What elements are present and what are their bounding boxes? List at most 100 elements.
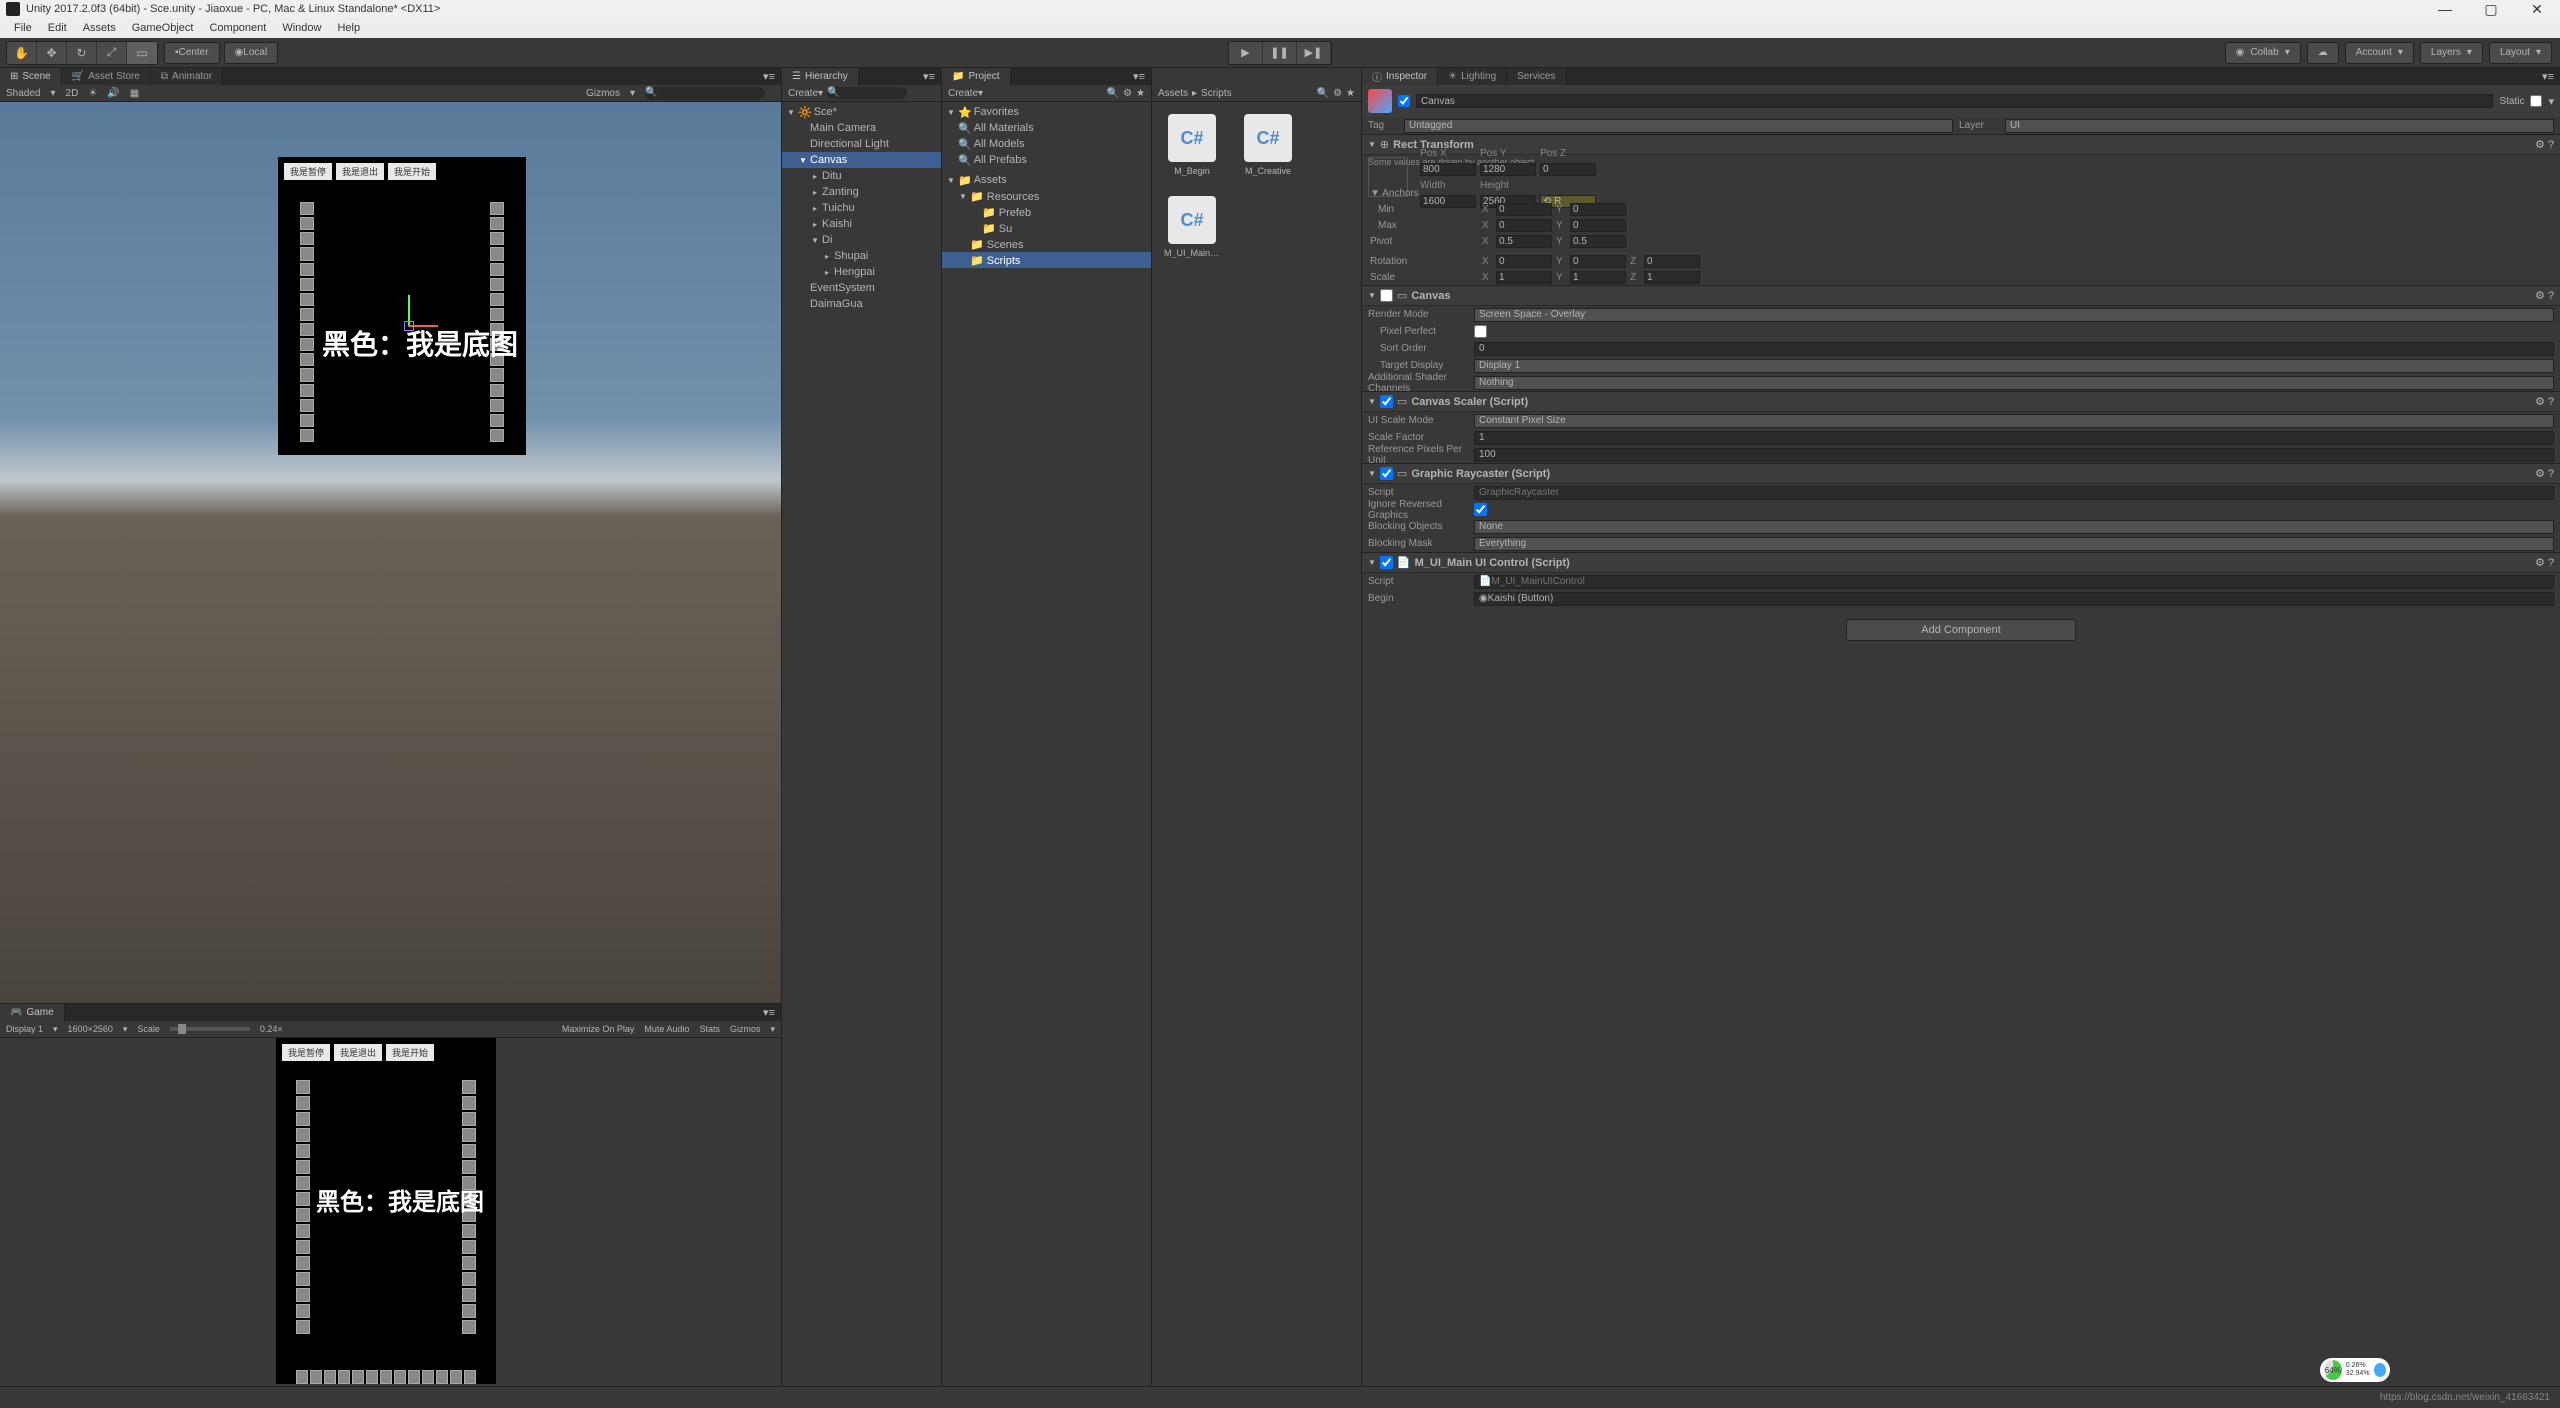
pivot-x[interactable]: 0.5 (1496, 235, 1552, 248)
tab-animator[interactable]: ⧉ Animator (151, 68, 223, 85)
asset-m_ui_mainuic..[interactable]: C#M_UI_MainUIC.. (1164, 196, 1220, 258)
menu-gameobject[interactable]: GameObject (124, 22, 202, 34)
anchor-max-y[interactable]: 0 (1570, 219, 1626, 232)
hierarchy-item-canvas[interactable]: ▼Canvas (782, 152, 941, 168)
gizmos-dropdown[interactable]: Gizmos (586, 88, 620, 99)
rot-x[interactable]: 0 (1496, 255, 1552, 268)
step-button[interactable]: ▶❚ (1297, 42, 1331, 64)
hierarchy-item-tuichu[interactable]: ▸Tuichu (782, 200, 941, 216)
hierarchy-item-di[interactable]: ▼Di (782, 232, 941, 248)
shader-channels[interactable]: Nothing (1474, 376, 2554, 390)
scene-root[interactable]: ▼🔆 Sce* (782, 104, 941, 120)
sort-order[interactable]: 0 (1474, 342, 2554, 356)
shaded-dropdown[interactable]: Shaded (6, 88, 40, 99)
asset-filter-icon[interactable]: ⚙ (1333, 88, 1342, 99)
breadcrumb-assets[interactable]: Assets (1158, 88, 1188, 99)
stats-toggle[interactable]: Stats (699, 1024, 720, 1035)
pixel-perfect[interactable] (1474, 325, 1487, 338)
collab-dropdown[interactable]: ◉ Collab ▾ (2225, 42, 2301, 64)
scene-search[interactable]: 🔍 (645, 87, 765, 100)
folder-prefeb[interactable]: 📁 Prefeb (942, 204, 1151, 220)
project-star-icon[interactable]: ★ (1136, 88, 1145, 99)
add-component-button[interactable]: Add Component (1846, 619, 2076, 641)
close-button[interactable]: ✕ (2514, 0, 2560, 18)
anchor-max-x[interactable]: 0 (1496, 219, 1552, 232)
hierarchy-create[interactable]: Create (788, 88, 818, 99)
hierarchy-item-ditu[interactable]: ▸Ditu (782, 168, 941, 184)
pos-x[interactable]: 800 (1420, 163, 1476, 176)
asset-m_creative[interactable]: C#M_Creative (1240, 114, 1296, 176)
anchor-min-y[interactable]: 0 (1570, 203, 1626, 216)
hand-tool[interactable]: ✋ (7, 42, 37, 64)
cloud-button[interactable]: ☁ (2307, 42, 2339, 64)
muc-begin[interactable]: ◉ Kaishi (Button) (1474, 592, 2554, 606)
asset-search-icon[interactable]: 🔍 (1317, 88, 1329, 99)
scale-slider[interactable] (170, 1027, 250, 1031)
light-toggle[interactable]: ☀ (88, 88, 97, 99)
hierarchy-item-hengpai[interactable]: ▸Hengpai (782, 264, 941, 280)
scene-view[interactable]: 我是暂停 我是退出 我是开始 黑色：我是底图 (0, 102, 781, 1003)
asset-star-icon[interactable]: ★ (1346, 88, 1355, 99)
project-filter-icon[interactable]: ⚙ (1123, 88, 1132, 99)
scene-tab-menu[interactable]: ▾≡ (757, 68, 781, 85)
folder-resources[interactable]: ▼📁 Resources (942, 188, 1151, 204)
game-tab-menu[interactable]: ▾≡ (757, 1004, 781, 1021)
hierarchy-tab-menu[interactable]: ▾≡ (917, 68, 941, 85)
ui-scale-mode[interactable]: Constant Pixel Size (1474, 414, 2554, 428)
menu-help[interactable]: Help (329, 22, 368, 34)
render-mode[interactable]: Screen Space - Overlay (1474, 308, 2554, 322)
hierarchy-search[interactable]: 🔍 (827, 87, 907, 99)
fav-models[interactable]: 🔍 All Models (942, 136, 1151, 152)
blocking-mask[interactable]: Everything (1474, 537, 2554, 551)
menu-component[interactable]: Component (201, 22, 274, 34)
display-dropdown[interactable]: Display 1 (6, 1024, 43, 1034)
project-create[interactable]: Create (948, 88, 978, 99)
tab-lighting[interactable]: ☀ Lighting (1438, 68, 1507, 85)
layer-dropdown[interactable]: UI (2005, 119, 2554, 133)
layers-dropdown[interactable]: Layers ▾ (2420, 42, 2483, 64)
scale-x[interactable]: 1 (1496, 271, 1552, 284)
menu-assets[interactable]: Assets (75, 22, 124, 34)
scale-z[interactable]: 1 (1644, 271, 1700, 284)
folder-su[interactable]: 📁 Su (942, 220, 1151, 236)
mute-toggle[interactable]: Mute Audio (644, 1024, 689, 1035)
maximize-toggle[interactable]: Maximize On Play (562, 1024, 635, 1035)
asset-m_begin[interactable]: C#M_Begin (1164, 114, 1220, 176)
pivot-center[interactable]: ▪ Center (164, 42, 220, 64)
fav-materials[interactable]: 🔍 All Materials (942, 120, 1151, 136)
menu-file[interactable]: File (6, 22, 40, 34)
hierarchy-item-daimagua[interactable]: DaimaGua (782, 296, 941, 312)
static-checkbox[interactable] (2530, 95, 2542, 107)
inspector-tab-menu[interactable]: ▾≡ (2536, 68, 2560, 85)
gameobject-name[interactable]: Canvas (1416, 94, 2493, 108)
tab-game[interactable]: 🎮 Game (0, 1004, 65, 1021)
tab-inspector[interactable]: ⓘ Inspector (1362, 68, 1438, 85)
pos-y[interactable]: 1280 (1480, 163, 1536, 176)
maximize-button[interactable]: ▢ (2468, 0, 2514, 18)
pivot-local[interactable]: ◉ Local (224, 42, 279, 64)
game-view[interactable]: 我是暂停 我是退出 我是开始 黑色：我是底图 (0, 1038, 781, 1386)
menu-window[interactable]: Window (274, 22, 329, 34)
pos-z[interactable]: 0 (1540, 163, 1596, 176)
favorites-root[interactable]: ▼⭐ Favorites (942, 104, 1151, 120)
blocking-objects[interactable]: None (1474, 520, 2554, 534)
ignore-reversed[interactable] (1474, 503, 1487, 516)
tag-dropdown[interactable]: Untagged (1404, 119, 1953, 133)
pause-button[interactable]: ❚❚ (1263, 42, 1297, 64)
scale-factor[interactable]: 1 (1474, 431, 2554, 445)
tab-hierarchy[interactable]: ☰ Hierarchy (782, 68, 859, 85)
transform-gizmo[interactable] (398, 305, 428, 335)
rotate-tool[interactable]: ↻ (67, 42, 97, 64)
rot-y[interactable]: 0 (1570, 255, 1626, 268)
audio-toggle[interactable]: 🔊 (107, 88, 119, 99)
resolution-dropdown[interactable]: 1600×2560 (68, 1024, 113, 1034)
menu-edit[interactable]: Edit (40, 22, 75, 34)
active-checkbox[interactable] (1398, 95, 1410, 107)
breadcrumb-scripts[interactable]: Scripts (1201, 88, 1232, 99)
canvas-scaler-header[interactable]: ▼ ▭ Canvas Scaler (Script)⚙ ? (1362, 391, 2560, 412)
tab-project[interactable]: 📁 Project (942, 68, 1011, 85)
play-button[interactable]: ▶ (1229, 42, 1263, 64)
assets-root[interactable]: ▼📁 Assets (942, 172, 1151, 188)
hierarchy-item-shupai[interactable]: ▸Shupai (782, 248, 941, 264)
anchor-min-x[interactable]: 0 (1496, 203, 1552, 216)
